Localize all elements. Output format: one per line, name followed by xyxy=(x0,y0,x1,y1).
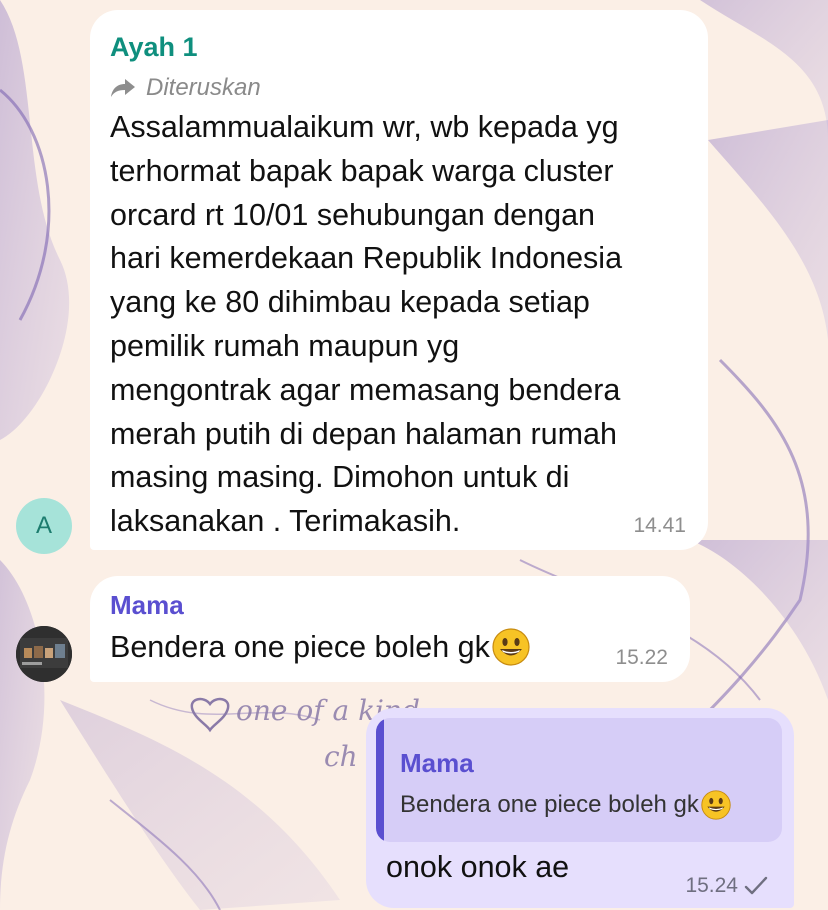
message-text: onok onok ae xyxy=(386,850,570,884)
grinning-face-emoji-icon xyxy=(492,628,530,666)
quoted-sender-name: Mama xyxy=(400,748,474,778)
incoming-message-bubble[interactable]: Ayah 1 Diteruskan Assalammualaikum wr, w… xyxy=(90,10,708,550)
forward-arrow-icon xyxy=(111,79,135,97)
sender-avatar-mama[interactable] xyxy=(16,626,72,682)
message-meta: 15.24 xyxy=(685,874,768,898)
incoming-message-bubble[interactable]: Mama Bendera one piece boleh gk 15.22 xyxy=(90,576,690,682)
avatar-letter: A xyxy=(35,512,52,539)
quote-accent-bar xyxy=(376,718,384,842)
message-time: 14.41 xyxy=(633,514,686,537)
forwarded-label: Diteruskan xyxy=(146,74,261,101)
forwarded-indicator: Diteruskan xyxy=(110,74,261,102)
message-time: 15.24 xyxy=(685,874,738,897)
quoted-text-row: Bendera one piece boleh gk xyxy=(400,790,731,820)
quoted-text: Bendera one piece boleh gk xyxy=(400,791,699,818)
svg-text:ch: ch xyxy=(324,740,358,773)
sender-avatar-ayah[interactable]: A xyxy=(16,498,72,554)
outgoing-message-bubble[interactable]: Mama Bendera one piece boleh gk onok ono… xyxy=(366,708,794,908)
message-time: 15.22 xyxy=(615,646,668,669)
sent-check-icon xyxy=(744,876,768,895)
sender-name[interactable]: Mama xyxy=(110,590,184,621)
message-text-row: Bendera one piece boleh gk xyxy=(110,628,530,666)
grinning-face-emoji-icon xyxy=(701,790,731,820)
message-text: Assalammualaikum wr, wb kepada yg terhor… xyxy=(110,110,623,539)
message-text: Bendera one piece boleh gk xyxy=(110,629,490,664)
quoted-message[interactable]: Mama Bendera one piece boleh gk xyxy=(376,718,782,842)
avatar-photo-icon xyxy=(16,626,72,682)
sender-name[interactable]: Ayah 1 xyxy=(110,32,198,63)
